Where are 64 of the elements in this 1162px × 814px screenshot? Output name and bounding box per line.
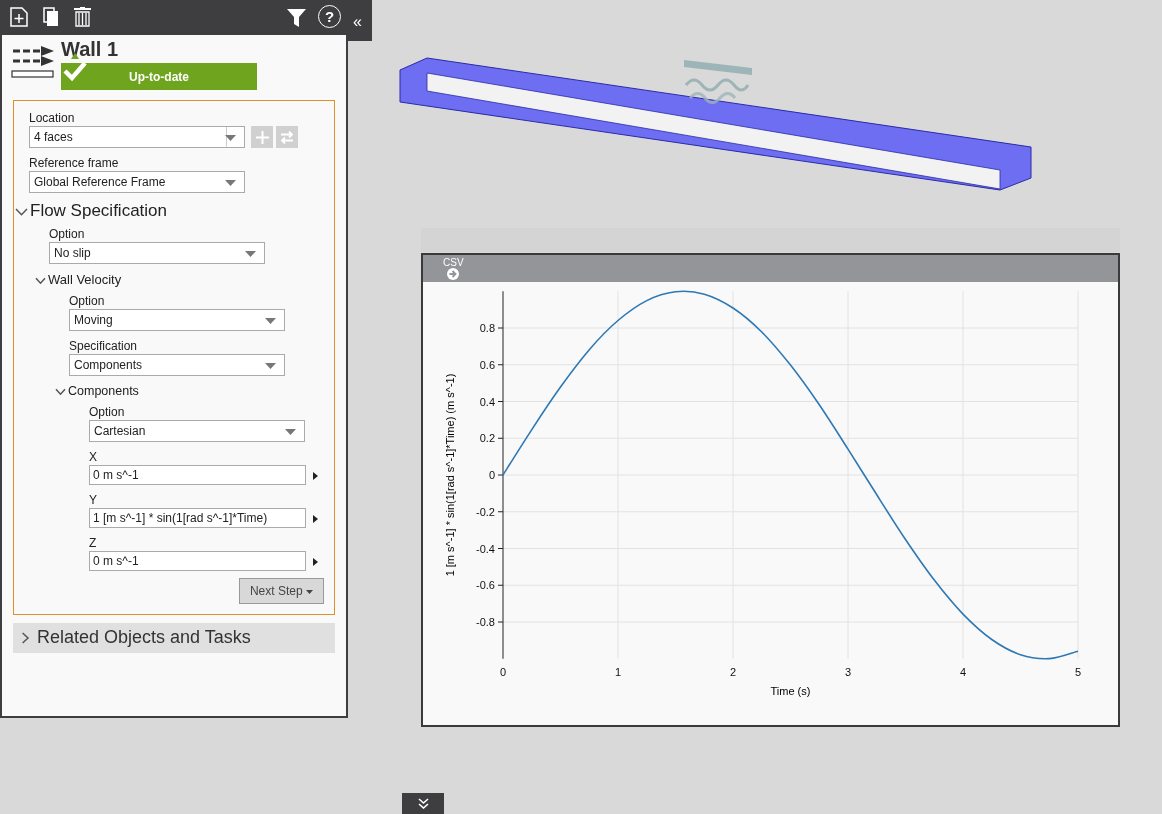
x-tick-label: 1	[614, 665, 622, 678]
x-tick-label: 5	[1074, 665, 1082, 678]
field-label: Option	[69, 294, 106, 308]
double-chevron-down-icon	[417, 798, 429, 809]
dropdown[interactable]: Global Reference Frame	[29, 171, 245, 193]
field-label: Reference frame	[29, 156, 120, 170]
expand-arrow-icon[interactable]	[313, 471, 318, 480]
collapse-button[interactable]: «	[353, 10, 362, 34]
caret-icon	[306, 589, 313, 594]
dropdown-caret-icon	[245, 251, 256, 258]
copy-icon[interactable]	[43, 7, 59, 27]
dropdown-caret-icon	[285, 429, 296, 435]
next-step-button[interactable]: Next Step	[238, 578, 324, 604]
field-label: Y	[89, 493, 98, 507]
expression-field[interactable]: 0 m s^-1	[89, 551, 306, 571]
new-icon[interactable]	[10, 7, 28, 27]
dropdown[interactable]: Cartesian	[89, 420, 305, 442]
expression-field[interactable]: 0 m s^-1	[89, 465, 306, 485]
x-tick-label: 3	[844, 665, 852, 678]
chevron-down-icon[interactable]	[55, 386, 66, 397]
dropdown-caret-icon	[265, 363, 276, 369]
field-label: Location	[29, 111, 76, 125]
y-tick-label: 0.4	[479, 395, 495, 408]
x-tick-label: 2	[729, 665, 737, 678]
trash-icon[interactable]	[74, 7, 91, 27]
y-tick-label: -0.6	[476, 579, 495, 592]
field-label: Option	[49, 227, 86, 242]
dropdown[interactable]: 4 faces	[29, 126, 245, 148]
y-tick-label: -0.2	[476, 505, 495, 518]
y-tick-label: -0.8	[476, 616, 495, 628]
dropdown[interactable]: No slip	[49, 242, 265, 265]
plus-icon	[255, 130, 269, 144]
y-tick-label: -0.4	[476, 542, 495, 555]
field-label: Z	[89, 536, 98, 550]
dropdown-caret-icon	[225, 135, 236, 141]
chevron-right-icon[interactable]	[19, 632, 31, 644]
dropdown-caret-icon	[265, 318, 276, 324]
expand-arrow-icon[interactable]	[313, 557, 318, 566]
dropdown-caret-icon	[225, 180, 236, 186]
y-tick-label: 0.6	[479, 358, 495, 371]
section-header[interactable]: Related Objects and Tasks	[13, 623, 335, 653]
object-title: Wall 1	[61, 39, 120, 59]
tree-toggle[interactable]: Flow Specification	[15, 201, 334, 222]
wall-velocity-icon	[684, 60, 752, 104]
x-axis-title: Time (s)	[770, 684, 811, 697]
y-tick-label: 0.8	[479, 322, 495, 334]
field-label: X	[89, 450, 98, 464]
swap-icon	[280, 130, 294, 144]
y-axis-title: 1 [m s^-1] * sin(1[rad s^-1]*Time) (m s^-1)	[444, 373, 456, 577]
expand-button[interactable]	[402, 793, 444, 814]
expand-arrow-icon[interactable]	[313, 514, 318, 523]
tree-toggle[interactable]: Components	[55, 384, 334, 399]
y-tick-label: 0.2	[479, 432, 495, 445]
expression-field[interactable]: 1 [m s^-1] * sin(1[rad s^-1]*Time)	[89, 508, 306, 528]
x-tick-label: 0	[499, 665, 507, 678]
dropdown[interactable]: Moving	[69, 309, 285, 331]
field-label: Specification	[69, 339, 139, 353]
x-tick-label: 4	[959, 665, 967, 678]
dropdown[interactable]: Components	[69, 354, 285, 376]
filter-icon[interactable]	[287, 8, 306, 27]
tree-toggle[interactable]: Wall Velocity	[35, 272, 334, 288]
y-tick-label: 0	[488, 469, 495, 481]
wall-boundary-icon	[11, 45, 55, 79]
field-label: Option	[89, 405, 126, 419]
